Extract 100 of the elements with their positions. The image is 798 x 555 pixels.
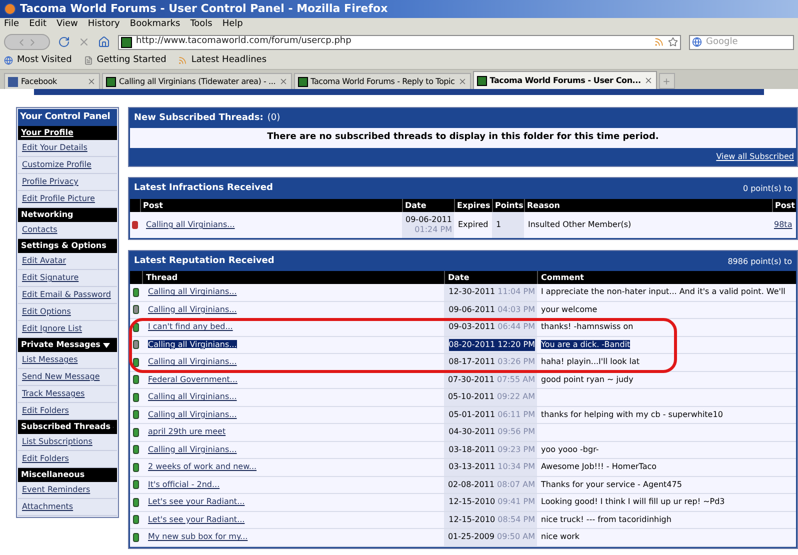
thread-link[interactable]: Calling all Virginians...: [148, 444, 237, 454]
menu-item[interactable]: View: [56, 18, 78, 32]
comment-text: I appreciate the non-hater input... And it's a valid point. We'll: [541, 287, 786, 296]
thread-link[interactable]: My new sub box for my...: [148, 532, 248, 542]
sidebar-link[interactable]: Edit Your Details: [22, 142, 88, 154]
rss-icon[interactable]: [654, 37, 664, 47]
home-icon[interactable]: [98, 36, 110, 48]
sidebar-link[interactable]: Edit Avatar: [22, 255, 66, 267]
comment-text: thanks! -hamnswiss on: [541, 322, 634, 332]
date-cell: 01-25-2009 09:50 AM: [444, 529, 537, 546]
sidebar-section-header: Settings & Options: [18, 239, 117, 253]
sidebar-section-header: Miscellaneous: [18, 468, 117, 482]
thread-link[interactable]: Calling all Virginians...: [148, 410, 237, 419]
sidebar-section-header: Your Profile: [18, 126, 117, 140]
comment-text: thanks for helping with my cb - superwhite10: [541, 410, 723, 419]
panel-title: Latest Reputation Received: [134, 254, 274, 268]
browser-tab[interactable]: Facebook: [4, 73, 100, 89]
comment-text: nice truck! --- from tacoridinhigh: [541, 514, 672, 524]
comment-text: nice work: [541, 532, 580, 542]
panel-title: Latest Infractions Received: [134, 182, 273, 196]
thread-link[interactable]: Calling all Virginians...: [148, 304, 237, 314]
sidebar-link[interactable]: Customize Profile: [22, 159, 92, 171]
infraction-icon: [132, 221, 138, 229]
date-cell: 05-01-2011 06:11 PM: [444, 406, 537, 423]
facebook-logo-icon: [8, 76, 18, 86]
menu-item[interactable]: History: [88, 18, 120, 32]
comment-text: Looking good! I think I will fill up ur rep! ~Pd3: [541, 497, 725, 506]
site-favicon-icon: [476, 76, 487, 86]
close-tab-icon[interactable]: [644, 76, 653, 85]
sidebar-link[interactable]: Edit Folders: [22, 453, 69, 465]
search-engine-icon: [692, 37, 702, 47]
search-field[interactable]: Google: [689, 34, 794, 50]
panel-title: New Subscribed Threads: (0): [130, 109, 796, 128]
sidebar-link[interactable]: Contacts: [22, 224, 58, 236]
site-favicon-icon: [121, 36, 132, 48]
address-field[interactable]: http://www.tacomaworld.com/forum/usercp.php: [118, 34, 681, 50]
sidebar-title: Your Control Panel: [18, 109, 117, 126]
thread-link[interactable]: Calling all Virginians...: [148, 392, 237, 402]
thread-link[interactable]: I can't find any bed...: [148, 322, 233, 332]
sidebar-section-header: Networking: [18, 208, 117, 222]
menu-item[interactable]: Edit: [29, 18, 46, 32]
browser-tab[interactable]: Tacoma World Forums - Reply to Topic: [294, 73, 471, 89]
window-title: Tacoma World Forums - User Control Panel - Mozilla Firefox: [20, 0, 388, 17]
bookmark-star-icon[interactable]: [668, 37, 678, 47]
menu-item[interactable]: Bookmarks: [130, 18, 180, 32]
reload-icon[interactable]: [58, 36, 70, 48]
comment-text: haha! playin...I'll look lat: [541, 357, 640, 366]
sidebar-link[interactable]: Edit Folders: [22, 405, 69, 417]
comment-text: yoo yooo -bgr-: [541, 444, 599, 454]
date-cell: 05-10-2011 09:22 AM: [444, 389, 537, 406]
thread-link[interactable]: 2 weeks of work and new...: [148, 462, 257, 472]
sidebar-link[interactable]: Attachments: [22, 501, 74, 513]
view-all-link[interactable]: View all Subscribed: [716, 150, 794, 162]
bookmark-item[interactable]: Most Visited: [4, 54, 72, 68]
thread-count: (0): [267, 112, 280, 125]
sidebar-link[interactable]: Edit Signature: [22, 272, 79, 284]
thread-link[interactable]: Let's see your Radiant...: [148, 497, 245, 506]
thread-link[interactable]: Federal Government...: [148, 374, 238, 384]
date-cell: 08-17-2011 03:26 PM: [444, 354, 537, 370]
empty-message: There are no subscribed threads to display in this folder for this time period.: [130, 128, 796, 148]
date-cell: 09-06-2011 01:24 PM: [402, 212, 454, 238]
rss-icon: [178, 56, 188, 65]
bookmark-item[interactable]: Latest Headlines: [178, 54, 267, 68]
post-link[interactable]: Calling all Virginians...: [146, 220, 235, 229]
sidebar-link[interactable]: Track Messages: [22, 388, 85, 400]
thread-link[interactable]: It's official - 2nd...: [148, 480, 220, 489]
date-cell: 12-15-2010 08:54 PM: [444, 512, 537, 528]
comment-text: Thanks for your service - Agent475: [541, 480, 682, 489]
table-cell-text: Expired: [457, 219, 490, 231]
date-cell: 04-30-2011 09:56 PM: [444, 424, 537, 440]
sidebar-link[interactable]: Edit Profile Picture: [22, 193, 95, 205]
thread-link[interactable]: Calling all Virginians...: [148, 357, 237, 366]
thread-link[interactable]: Calling all Virginians...: [148, 340, 237, 349]
date-cell: 02-08-2011 08:07 AM: [444, 476, 537, 493]
close-tab-icon[interactable]: [278, 77, 288, 86]
sidebar-link[interactable]: Edit Email & Password: [22, 289, 111, 301]
sidebar-link[interactable]: List Subscriptions: [22, 436, 92, 448]
sidebar-link[interactable]: Edit Options: [22, 306, 71, 318]
poster-link[interactable]: 98ta: [772, 219, 796, 231]
page-icon: [84, 56, 93, 65]
sidebar-link[interactable]: Edit Ignore List: [22, 323, 82, 335]
menu-item[interactable]: Help: [222, 18, 243, 32]
sidebar-link[interactable]: Event Reminders: [22, 484, 90, 496]
browser-tab[interactable]: Tacoma World Forums - User Con...: [472, 71, 657, 89]
thread-link[interactable]: april 29th ure meet: [148, 427, 226, 436]
table-cell: 1: [492, 212, 524, 238]
sidebar-link[interactable]: Send New Message: [22, 371, 100, 383]
date-cell: 12-30-2011 11:04 PM: [444, 284, 537, 300]
menu-item[interactable]: File: [4, 18, 20, 32]
menu-item[interactable]: Tools: [190, 18, 212, 32]
comment-text: You are a dick. -Bandit: [541, 340, 630, 349]
thread-link[interactable]: Calling all Virginians...: [148, 287, 237, 296]
sidebar-link[interactable]: Profile Privacy: [22, 176, 78, 188]
sidebar-link[interactable]: List Messages: [22, 354, 78, 366]
date-cell: 03-18-2011 09:23 PM: [444, 442, 537, 458]
thread-link[interactable]: Let's see your Radiant...: [148, 514, 245, 524]
bookmark-item[interactable]: Getting Started: [84, 54, 166, 68]
close-tab-icon[interactable]: [458, 77, 467, 86]
browser-tab[interactable]: Calling all Virginians (Tidewater area) - ...: [102, 73, 292, 89]
close-tab-icon[interactable]: [87, 77, 96, 86]
